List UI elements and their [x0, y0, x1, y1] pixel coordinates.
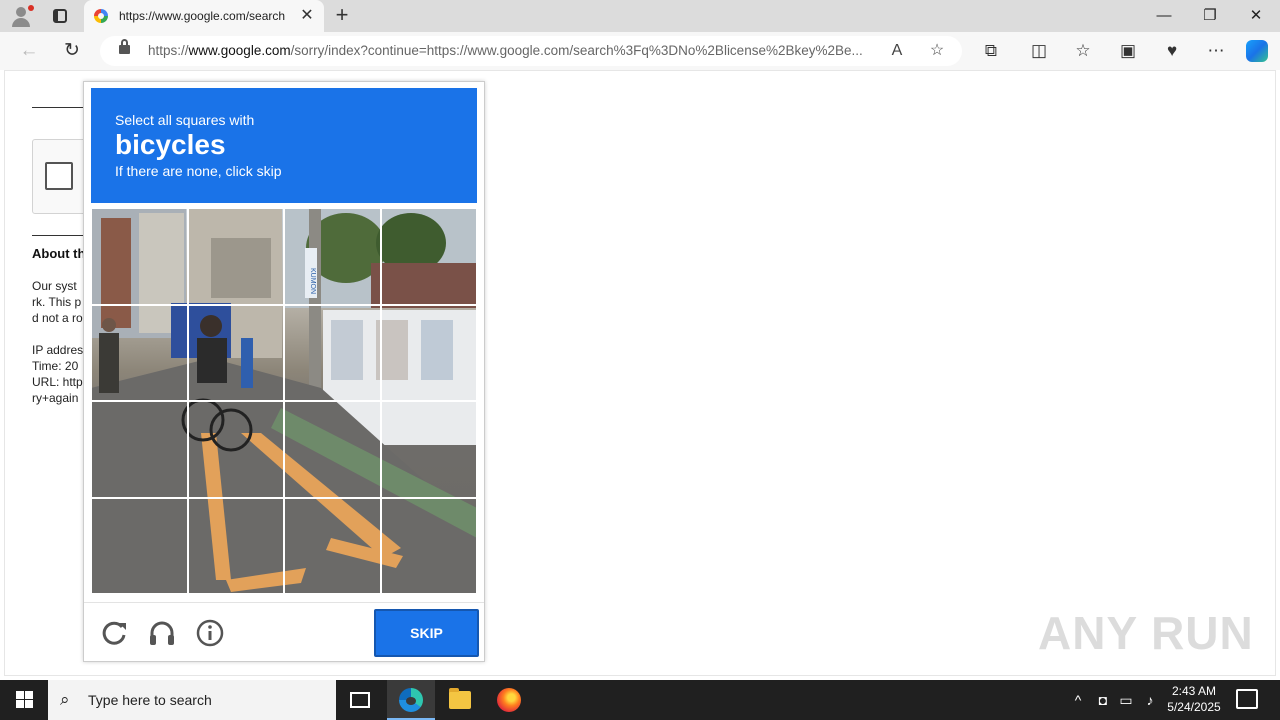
anyrun-watermark: ANY RUN	[1038, 607, 1254, 659]
taskbar-edge[interactable]	[387, 680, 435, 720]
grid-tile-6[interactable]	[187, 304, 284, 401]
search-placeholder: Type here to search	[88, 692, 212, 708]
page-text-line: Time: 20	[32, 359, 79, 373]
clock-time: 2:43 AM	[1171, 684, 1217, 698]
tab-close-icon[interactable]: ✕	[298, 7, 316, 25]
info-icon[interactable]	[195, 618, 225, 648]
reload-challenge-icon[interactable]	[99, 618, 129, 648]
grid-tile-16[interactable]	[380, 497, 477, 594]
clock-date: 5/24/2025	[1167, 700, 1221, 714]
url-text[interactable]: https://www.google.com/sorry/index?conti…	[148, 43, 878, 58]
copilot-icon[interactable]	[1246, 40, 1268, 62]
notification-icon[interactable]	[1236, 689, 1258, 709]
windows-start-icon[interactable]	[8, 690, 40, 710]
page-text-line: Our syst	[32, 279, 77, 293]
collections-icon[interactable]: ▣	[1113, 37, 1143, 65]
challenge-hint: If there are none, click skip	[115, 163, 282, 179]
grid-tile-11[interactable]	[284, 401, 381, 498]
browser-tab-strip: https://www.google.com/search ✕ + — ❐ ✕	[0, 0, 1280, 32]
taskbar-search-box[interactable]: ⌕ Type here to search	[48, 680, 336, 720]
profile-icon[interactable]	[8, 4, 34, 28]
volume-icon[interactable]: ♪	[1140, 690, 1160, 710]
browser-tab[interactable]: https://www.google.com/search ✕	[84, 0, 324, 32]
challenge-header: Select all squares with bicycles If ther…	[91, 88, 477, 203]
firefox-icon	[497, 688, 521, 712]
page-text-line: d not a ro	[32, 311, 83, 325]
grid-tile-8[interactable]	[380, 304, 477, 401]
grid-tile-9[interactable]	[91, 401, 188, 498]
taskbar-firefox[interactable]	[484, 680, 532, 720]
file-explorer-icon	[449, 688, 471, 709]
taskbar-file-explorer[interactable]	[436, 680, 484, 720]
about-heading: About th	[32, 246, 86, 261]
network-icon[interactable]: ▭	[1116, 690, 1136, 710]
address-bar[interactable]: https://www.google.com/sorry/index?conti…	[100, 36, 962, 66]
challenge-image-grid: KUMON	[91, 208, 477, 594]
split-screen-icon[interactable]: ◫	[1024, 37, 1054, 65]
new-tab-button[interactable]: +	[330, 4, 354, 28]
grid-tile-1[interactable]	[91, 208, 188, 305]
recaptcha-checkbox[interactable]	[45, 162, 73, 190]
grid-tile-14[interactable]	[187, 497, 284, 594]
task-view-button[interactable]	[336, 680, 384, 720]
lock-icon[interactable]	[119, 39, 130, 54]
navigation-bar: ← ↻ https://www.google.com/sorry/index?c…	[0, 32, 1280, 70]
page-text-line: rk. This p	[32, 295, 82, 309]
grid-tile-3[interactable]	[284, 208, 381, 305]
audio-challenge-icon[interactable]	[147, 618, 177, 648]
search-icon: ⌕	[60, 690, 70, 709]
page-text-line: ry+again	[32, 391, 79, 405]
refresh-icon[interactable]: ↻	[57, 37, 87, 65]
close-window-button[interactable]: ✕	[1233, 0, 1279, 32]
minimize-button[interactable]: —	[1141, 0, 1187, 32]
page-text-line: URL: http	[32, 375, 83, 389]
task-view-icon	[350, 692, 370, 708]
system-clock[interactable]: 2:43 AM 5/24/2025	[1160, 683, 1228, 715]
google-favicon-icon	[94, 9, 108, 23]
skip-button[interactable]: SKIP	[374, 609, 479, 657]
page-text-line: IP addres	[32, 343, 84, 357]
divider	[32, 107, 84, 108]
taskbar: ⌕ Type here to search ^ ◘ ▭ ♪ 2:43 AM 5/…	[0, 680, 1280, 720]
grid-tile-5[interactable]	[91, 304, 188, 401]
tab-title: https://www.google.com/search	[119, 9, 286, 23]
recaptcha-challenge: Select all squares with bicycles If ther…	[83, 81, 485, 662]
browser-essentials-icon[interactable]: ♥	[1157, 37, 1187, 65]
grid-tile-10[interactable]	[187, 401, 284, 498]
favorites-icon[interactable]: ☆	[1068, 37, 1098, 65]
grid-tile-2[interactable]	[187, 208, 284, 305]
challenge-target: bicycles	[115, 129, 226, 160]
show-hidden-icons-icon[interactable]: ^	[1068, 690, 1088, 710]
challenge-footer-divider	[84, 602, 484, 603]
grid-tile-13[interactable]	[91, 497, 188, 594]
divider	[32, 235, 84, 236]
back-arrow-icon[interactable]: ←	[14, 37, 44, 65]
edge-icon	[399, 688, 423, 712]
grid-tile-4[interactable]	[380, 208, 477, 305]
grid-tile-12[interactable]	[380, 401, 477, 498]
extensions-icon[interactable]: ⧉	[976, 37, 1006, 65]
read-aloud-icon[interactable]: A	[886, 40, 908, 62]
meet-now-icon[interactable]: ◘	[1093, 690, 1113, 710]
favorite-star-icon[interactable]: ☆	[926, 40, 948, 62]
maximize-button[interactable]: ❐	[1187, 0, 1233, 32]
tab-actions-icon[interactable]	[46, 6, 74, 26]
grid-tile-7[interactable]	[284, 304, 381, 401]
challenge-instruction: Select all squares with	[115, 112, 255, 128]
grid-tile-15[interactable]	[284, 497, 381, 594]
more-menu-icon[interactable]: ⋯	[1201, 37, 1231, 65]
